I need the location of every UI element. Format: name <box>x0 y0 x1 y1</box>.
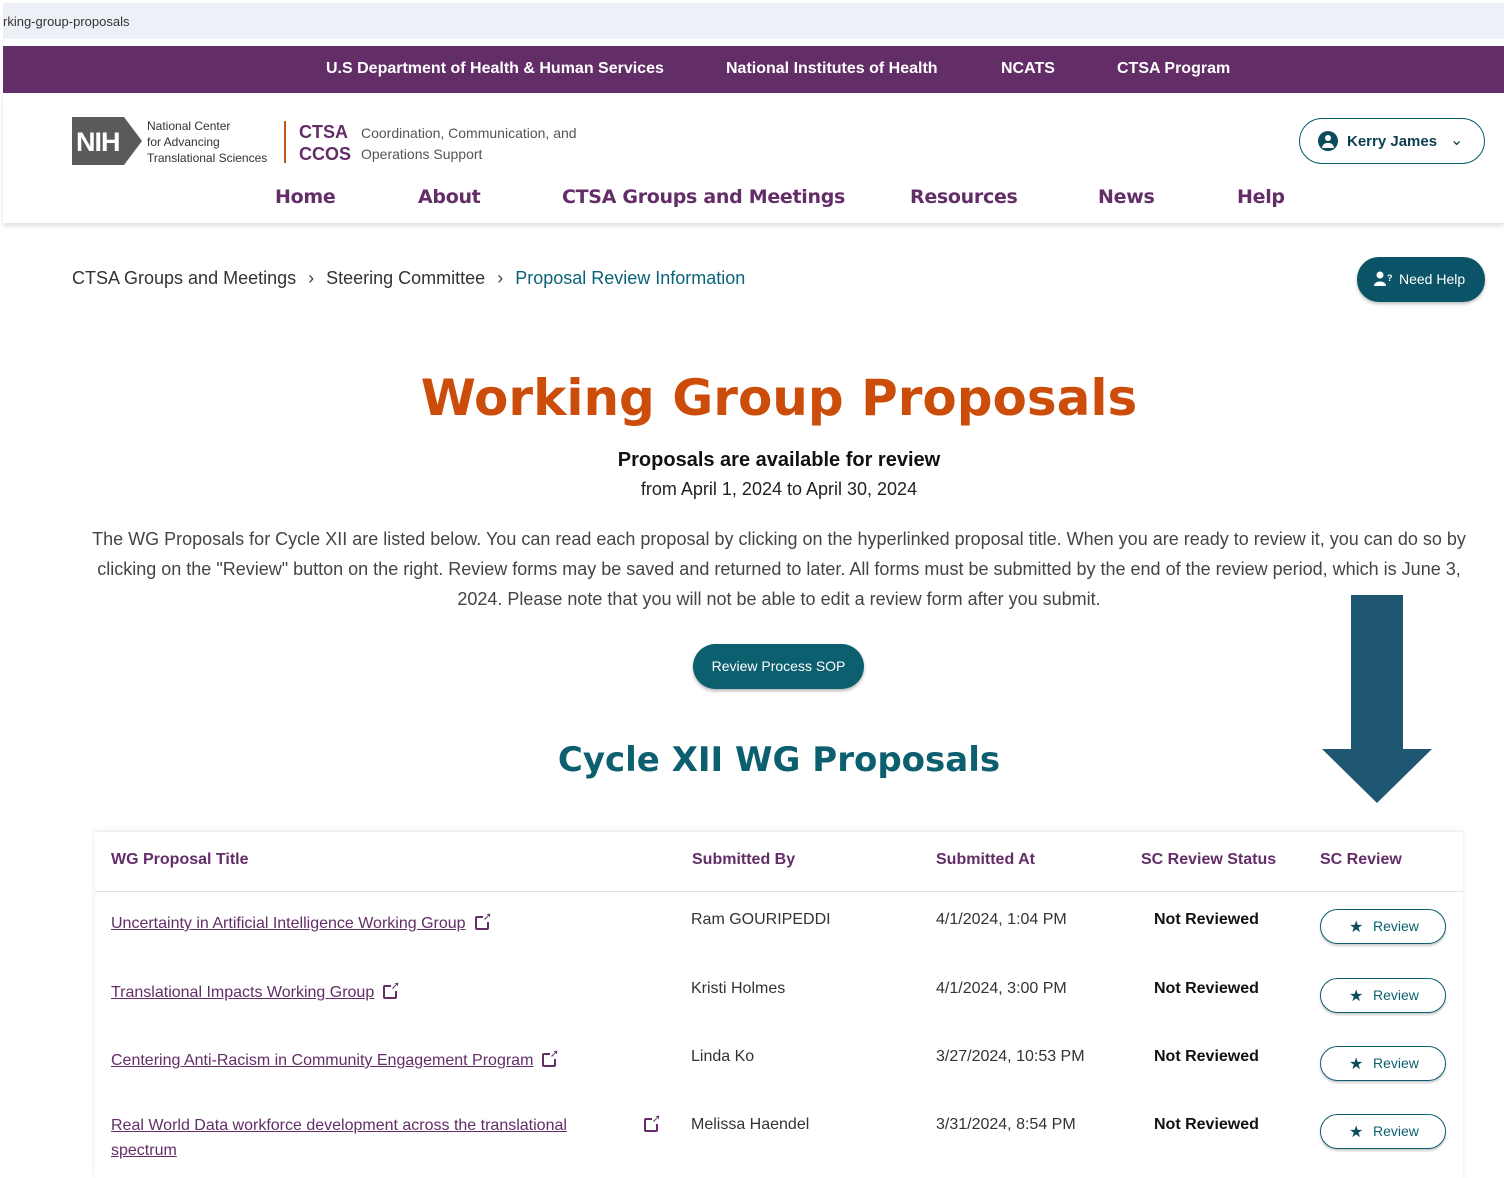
ccos-desc-line: Operations Support <box>361 146 483 162</box>
external-link-icon[interactable] <box>644 1112 661 1132</box>
star-icon: ★ <box>1349 1122 1364 1141</box>
review-process-sop-button[interactable]: Review Process SOP <box>693 644 864 689</box>
ccos-description: Coordination, Communication, and Operati… <box>361 123 577 165</box>
submitted-by: Melissa Haendel <box>691 1116 810 1133</box>
external-link-icon[interactable] <box>475 910 492 930</box>
external-link-icon[interactable] <box>542 1047 559 1067</box>
proposal-title-link[interactable]: Centering Anti-Racism in Community Engag… <box>111 1048 533 1073</box>
nav-ctsa-groups[interactable]: CTSA Groups and Meetings <box>562 186 845 208</box>
nav-home[interactable]: Home <box>275 186 336 208</box>
star-icon: ★ <box>1349 1054 1364 1073</box>
breadcrumb-current: Proposal Review Information <box>515 268 746 288</box>
cycle-title: Cycle XII WG Proposals <box>557 740 1001 780</box>
review-button[interactable]: ★ Review <box>1320 1046 1446 1081</box>
breadcrumb-item[interactable]: Steering Committee <box>326 268 485 289</box>
nav-news[interactable]: News <box>1098 186 1155 208</box>
nav-resources[interactable]: Resources <box>910 186 1018 208</box>
column-header-title: WG Proposal Title <box>111 851 249 868</box>
proposal-title-link[interactable]: Uncertainty in Artificial Intelligence W… <box>111 911 466 936</box>
submitted-at: 4/1/2024, 1:04 PM <box>936 911 1067 928</box>
column-header-review: SC Review <box>1320 851 1402 868</box>
submitted-at: 3/31/2024, 8:54 PM <box>936 1116 1076 1133</box>
top-link-nih[interactable]: National Institutes of Health <box>726 60 938 78</box>
ctsa-word: CTSA <box>299 122 348 142</box>
url-text[interactable]: rking-group-proposals <box>3 3 1504 39</box>
need-help-label: Need Help <box>1399 271 1466 287</box>
down-arrow-annotation <box>1351 595 1403 751</box>
availability-heading: Proposals are available for review <box>617 449 941 471</box>
review-button-label: Review <box>1373 918 1419 934</box>
ctsa-ccos-logo[interactable]: CTSA CCOS <box>299 121 351 165</box>
submitted-by: Ram GOURIPEDDI <box>691 911 831 928</box>
chevron-down-icon: ⌄ <box>1450 132 1464 149</box>
logo-divider <box>284 121 286 163</box>
proposal-title-link-continued[interactable]: spectrum <box>111 1138 177 1163</box>
page-title: Working Group Proposals <box>420 369 1138 427</box>
column-header-submitted-by: Submitted By <box>692 851 796 868</box>
ccos-word: CCOS <box>299 144 352 164</box>
need-help-button[interactable]: ? Need Help <box>1357 257 1485 302</box>
submitted-by: Kristi Holmes <box>691 980 786 997</box>
review-button[interactable]: ★ Review <box>1320 909 1446 944</box>
ncats-name-line: for Advancing <box>147 135 220 149</box>
intro-paragraph: The WG Proposals for Cycle XII are liste… <box>92 529 1466 609</box>
review-status: Not Reviewed <box>1154 911 1259 928</box>
ncats-name-line: Translational Sciences <box>147 151 268 165</box>
user-name: Kerry James <box>1347 133 1438 150</box>
external-link-icon[interactable] <box>383 979 400 999</box>
top-link-ncats[interactable]: NCATS <box>1001 60 1055 78</box>
review-status: Not Reviewed <box>1154 1116 1259 1133</box>
breadcrumb-item[interactable]: CTSA Groups and Meetings <box>72 268 296 289</box>
submitted-at: 4/1/2024, 3:00 PM <box>936 980 1067 997</box>
breadcrumb-separator: › <box>308 268 315 288</box>
ncats-name: National Center for Advancing Translatio… <box>147 118 267 166</box>
breadcrumb-separator: › <box>497 268 504 288</box>
top-link-hhs[interactable]: U.S Department of Health & Human Service… <box>326 60 664 78</box>
proposal-title-link[interactable]: Real World Data workforce development ac… <box>111 1113 567 1138</box>
review-button-label: Review <box>1373 987 1419 1003</box>
help-user-icon: ? <box>1374 271 1393 286</box>
user-circle-icon <box>1318 131 1338 151</box>
nav-about[interactable]: About <box>418 186 481 208</box>
svg-text:?: ? <box>1387 273 1393 283</box>
nih-logo-arrow <box>124 117 142 165</box>
breadcrumb: CTSA Groups and Meetings › Steering Commit… <box>72 268 745 289</box>
star-icon: ★ <box>1349 986 1364 1005</box>
review-button-label: Review <box>1373 1055 1419 1071</box>
ncats-name-line: National Center <box>147 119 231 133</box>
review-button[interactable]: ★ Review <box>1320 1114 1446 1149</box>
column-header-status: SC Review Status <box>1141 851 1277 868</box>
review-status: Not Reviewed <box>1154 980 1259 997</box>
proposal-title-link[interactable]: Translational Impacts Working Group <box>111 980 374 1005</box>
review-button-label: Review <box>1373 1123 1419 1139</box>
hhs-top-band: U.S Department of Health & Human Service… <box>3 46 1504 93</box>
nav-help[interactable]: Help <box>1237 186 1285 208</box>
submitted-by: Linda Ko <box>691 1048 755 1065</box>
review-button[interactable]: ★ Review <box>1320 978 1446 1013</box>
top-link-ctsa[interactable]: CTSA Program <box>1117 60 1230 78</box>
ccos-desc-line: Coordination, Communication, and <box>361 125 577 141</box>
star-icon: ★ <box>1349 917 1364 936</box>
review-status: Not Reviewed <box>1154 1048 1259 1065</box>
availability-dates: from April 1, 2024 to April 30, 2024 <box>640 479 918 499</box>
column-header-submitted-at: Submitted At <box>936 851 1035 868</box>
submitted-at: 3/27/2024, 10:53 PM <box>936 1048 1085 1065</box>
user-menu-button[interactable]: Kerry James ⌄ <box>1299 118 1485 164</box>
nih-logo[interactable]: NIH <box>72 117 124 165</box>
browser-url-bar: rking-group-proposals <box>0 0 1504 42</box>
header-divider <box>95 891 1463 892</box>
